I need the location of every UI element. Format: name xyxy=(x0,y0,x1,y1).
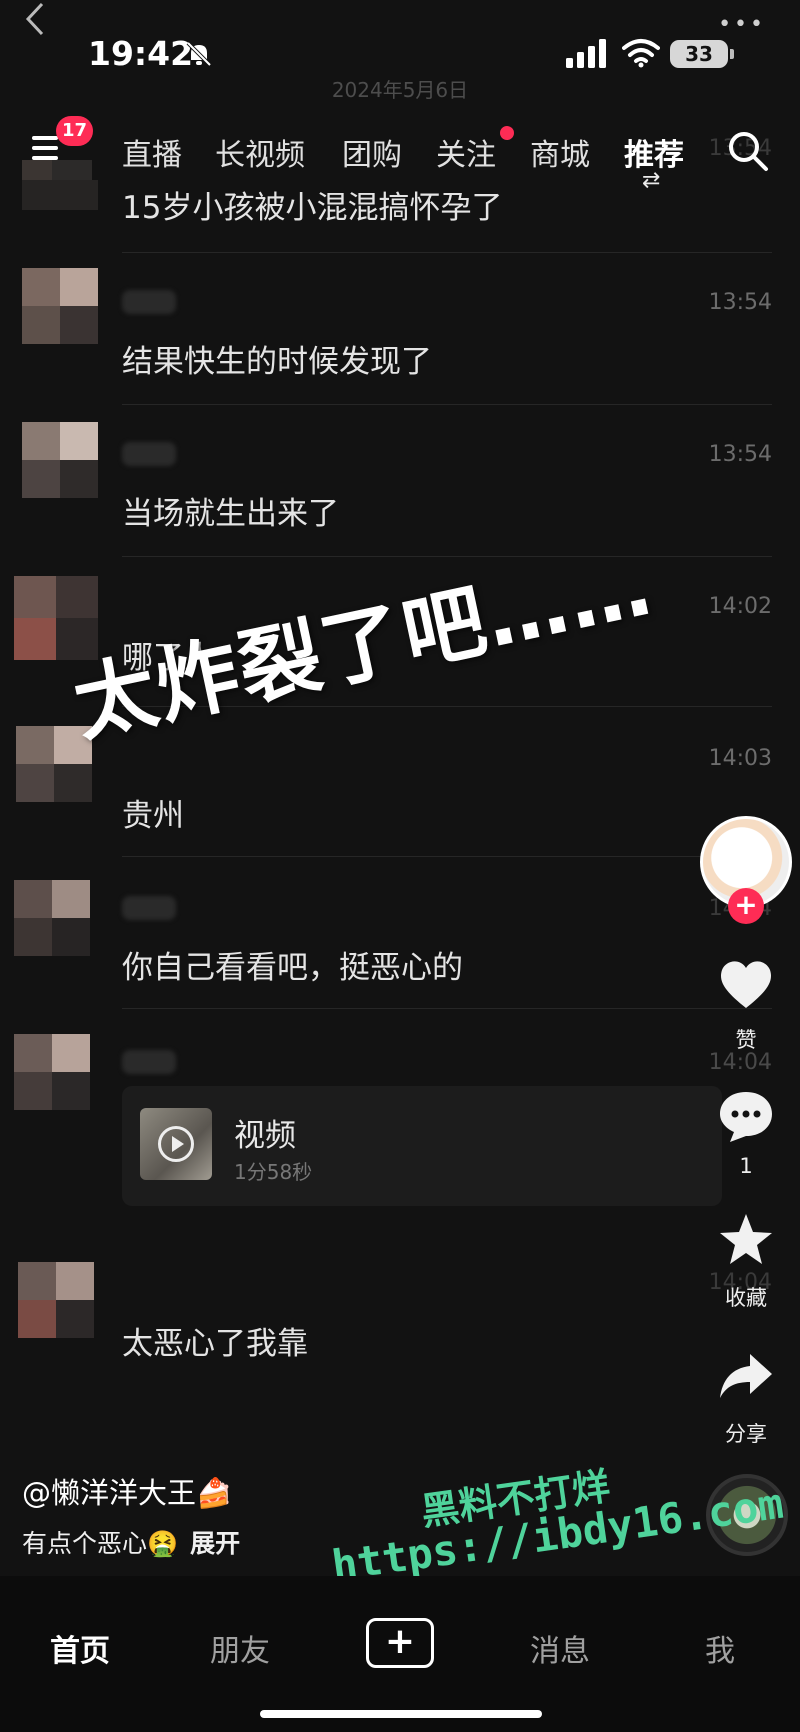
author-handle[interactable]: @懒洋洋大王🍰 xyxy=(22,1470,232,1512)
tab-mall[interactable]: 商城 xyxy=(530,130,590,174)
sender-name-blurred xyxy=(122,290,176,314)
divider xyxy=(122,404,772,405)
back-chevron-icon[interactable] xyxy=(22,2,48,36)
video-thumbnail xyxy=(140,1108,212,1180)
share-label: 分享 xyxy=(725,1422,767,1446)
nav-friends[interactable]: 朋友 xyxy=(180,1626,300,1670)
status-time: 19:42 xyxy=(88,34,194,73)
wifi-icon xyxy=(622,39,660,68)
message-time: 14:02 xyxy=(708,594,772,619)
tab-group-buy[interactable]: 团购 xyxy=(342,130,402,174)
message-time: 13:54 xyxy=(708,290,772,315)
avatar[interactable] xyxy=(16,726,92,802)
comment-count: 1 xyxy=(739,1154,753,1178)
sender-name-blurred xyxy=(122,442,176,466)
play-icon xyxy=(158,1126,194,1162)
video-message-card[interactable]: 视频 1分58秒 xyxy=(122,1086,722,1206)
tab-long-video[interactable]: 长视频 xyxy=(215,130,305,174)
search-icon[interactable] xyxy=(727,130,769,172)
avatar[interactable] xyxy=(22,268,98,344)
message-time: 13:54 xyxy=(708,442,772,467)
create-post-button[interactable]: + xyxy=(366,1618,434,1668)
avatar[interactable] xyxy=(22,160,98,210)
battery-indicator: 33 xyxy=(670,40,734,68)
more-options-icon[interactable]: ••• xyxy=(718,12,766,37)
overlay-caption: 太炸裂了吧…… xyxy=(65,538,661,754)
message-text: 当场就生出来了 xyxy=(122,496,339,532)
avatar[interactable] xyxy=(18,1262,94,1338)
heart-icon[interactable] xyxy=(716,954,776,1014)
sender-name-blurred xyxy=(122,1050,176,1074)
message-text: 结果快生的时候发现了 xyxy=(122,344,432,380)
video-duration: 1分58秒 xyxy=(234,1160,313,1184)
post-caption: 有点个恶心🤮 展开 xyxy=(22,1524,240,1560)
divider xyxy=(122,252,772,253)
caption-text: 有点个恶心🤮 xyxy=(22,1529,179,1558)
chat-date-header: 2024年5月6日 xyxy=(331,78,469,102)
expand-button[interactable]: 展开 xyxy=(190,1529,240,1558)
divider xyxy=(122,856,772,857)
message-text: 贵州 xyxy=(122,798,184,834)
divider xyxy=(122,556,772,557)
bottom-navigation: 首页 朋友 + 消息 我 xyxy=(0,1576,800,1732)
nav-home[interactable]: 首页 xyxy=(20,1626,140,1670)
following-new-dot xyxy=(500,126,514,140)
like-label: 赞 xyxy=(735,1028,757,1052)
avatar[interactable] xyxy=(14,880,90,956)
home-indicator xyxy=(260,1710,542,1718)
favorite-label: 收藏 xyxy=(725,1286,767,1310)
avatar[interactable] xyxy=(22,422,98,498)
muted-bell-icon xyxy=(186,41,212,67)
message-time: 14:03 xyxy=(708,746,772,771)
cellular-signal-icon xyxy=(566,39,606,68)
sender-name-blurred xyxy=(122,896,176,920)
favorite-star-icon[interactable] xyxy=(716,1210,776,1270)
message-text: 你自己看看吧，挺恶心的 xyxy=(122,950,463,986)
comment-icon[interactable] xyxy=(716,1086,776,1146)
nav-messages[interactable]: 消息 xyxy=(500,1626,620,1670)
message-text: 15岁小孩被小混混搞怀孕了 xyxy=(122,190,503,226)
nav-me[interactable]: 我 xyxy=(660,1626,780,1670)
avatar[interactable] xyxy=(14,1034,90,1110)
swap-arrows-icon[interactable]: ⇄ xyxy=(642,168,660,193)
follow-button[interactable]: + xyxy=(728,888,764,924)
share-arrow-icon[interactable] xyxy=(716,1346,776,1406)
message-text: 太恶心了我靠 xyxy=(122,1326,308,1362)
tab-following[interactable]: 关注 xyxy=(436,130,496,174)
divider xyxy=(122,1008,772,1009)
video-title: 视频 xyxy=(234,1118,296,1154)
notification-badge: 17 xyxy=(56,116,94,146)
tab-live[interactable]: 直播 xyxy=(122,130,182,174)
